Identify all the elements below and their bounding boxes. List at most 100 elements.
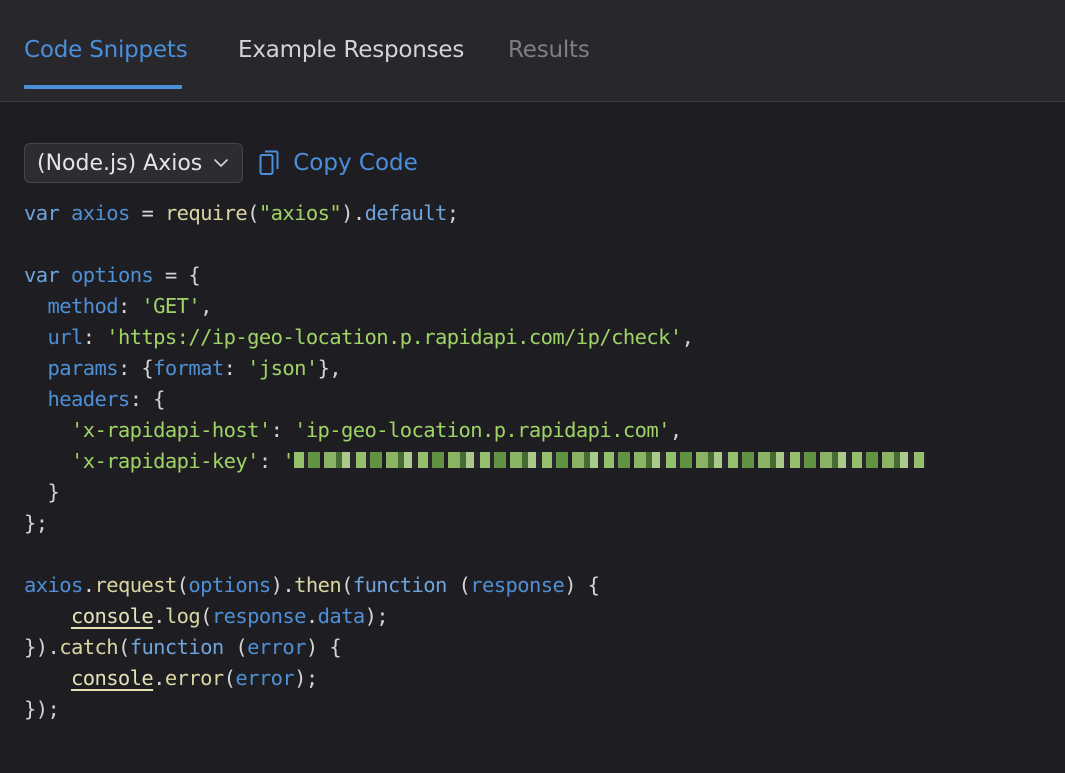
code-token: });	[24, 697, 60, 721]
code-line: };	[24, 508, 926, 539]
active-tab-indicator	[24, 85, 182, 89]
code-token: console	[70, 604, 154, 628]
code-token: (	[176, 573, 189, 597]
code-line: 'x-rapidapi-host': 'ip-geo-location.p.ra…	[24, 415, 926, 446]
code-token: :	[223, 356, 248, 380]
code-line: var options = {	[24, 260, 926, 291]
code-token: require	[164, 201, 248, 225]
code-token: catch	[59, 635, 118, 659]
code-token: (	[223, 635, 248, 659]
code-token: "axios"	[258, 201, 342, 225]
code-token: request	[94, 573, 177, 597]
code-token: : {	[117, 356, 154, 380]
code-token: (	[223, 666, 236, 690]
code-token: ) {	[564, 573, 600, 597]
code-line: headers: {	[24, 384, 926, 415]
code-token: url	[47, 325, 83, 349]
code-token: options	[188, 573, 271, 597]
code-token: response	[470, 573, 565, 597]
code-token: response	[211, 604, 307, 628]
code-line: var axios = require("axios").default;	[24, 198, 926, 229]
code-token: = {	[153, 263, 201, 287]
code-token: log	[164, 604, 201, 628]
code-token: (	[200, 604, 212, 628]
code-token: .	[153, 666, 165, 690]
code-token: error	[247, 635, 306, 659]
code-token: then	[294, 573, 342, 597]
code-line: }).catch(function (error) {	[24, 632, 926, 663]
code-line: url: 'https://ip-geo-location.p.rapidapi…	[24, 322, 926, 353]
code-token: default	[364, 201, 448, 225]
code-token: }	[24, 480, 60, 504]
code-token: 'json'	[247, 356, 318, 380]
code-token: : {	[129, 387, 166, 411]
code-token: 'ip-geo-location.p.rapidapi.com'	[294, 418, 670, 442]
code-token: (	[341, 573, 353, 597]
code-token: 'https://ip-geo-location.p.rapidapi.com/…	[106, 325, 682, 349]
copy-icon	[259, 150, 279, 175]
chevron-down-icon	[214, 159, 229, 167]
code-token: (	[247, 201, 259, 225]
code-token: :	[82, 325, 107, 349]
code-token: 'x-rapidapi-host'	[70, 418, 271, 442]
code-line: axios.request(options).then(function (re…	[24, 570, 926, 601]
code-token: ) {	[305, 635, 342, 659]
code-token: ,	[669, 418, 682, 442]
code-token: ).	[341, 201, 365, 225]
code-token: error	[164, 666, 224, 690]
code-token: method	[47, 294, 118, 318]
code-line: console.log(response.data);	[24, 601, 926, 632]
code-token: ;	[446, 201, 459, 225]
code-token: console	[70, 666, 154, 690]
code-token: .	[305, 604, 318, 628]
redacted-api-key	[294, 452, 927, 468]
copy-code-button[interactable]: Copy Code	[259, 150, 418, 176]
code-line: 'x-rapidapi-key': '	[24, 446, 927, 477]
code-token: );	[294, 666, 318, 690]
code-token: (	[446, 573, 471, 597]
code-token: format	[153, 356, 224, 380]
code-token: headers	[47, 387, 130, 411]
code-token: (	[117, 635, 130, 659]
code-token: :	[258, 449, 283, 473]
code-token: axios	[24, 573, 83, 597]
code-token: },	[317, 356, 342, 380]
code-line: }	[24, 477, 926, 508]
code-token: axios	[70, 201, 130, 225]
code-block[interactable]: var axios = require("axios").default; va…	[24, 198, 927, 725]
code-token: 'x-rapidapi-key'	[70, 449, 259, 473]
code-token: data	[317, 604, 366, 628]
code-token: =	[129, 201, 165, 225]
tab-results[interactable]: Results	[508, 33, 590, 67]
copy-code-label: Copy Code	[293, 150, 418, 176]
code-token: .	[153, 604, 165, 628]
code-token: error	[235, 666, 295, 690]
code-token: options	[70, 263, 154, 287]
language-select[interactable]: (Node.js) Axios	[24, 143, 244, 183]
tab-code-snippets[interactable]: Code Snippets	[24, 33, 188, 67]
code-token: );	[364, 604, 389, 628]
code-token: 'GET'	[141, 294, 201, 318]
code-token: params	[47, 356, 118, 380]
code-token: var	[24, 263, 60, 287]
tab-example-responses[interactable]: Example Responses	[238, 33, 464, 67]
code-token: function	[352, 573, 448, 597]
code-token: ).	[270, 573, 295, 597]
code-token: .	[82, 573, 95, 597]
code-line: method: 'GET',	[24, 291, 926, 322]
tab-bar: Code Snippets Example Responses Results	[0, 0, 1065, 102]
code-token: :	[270, 418, 295, 442]
code-token: :	[117, 294, 142, 318]
code-token: var	[24, 201, 60, 225]
